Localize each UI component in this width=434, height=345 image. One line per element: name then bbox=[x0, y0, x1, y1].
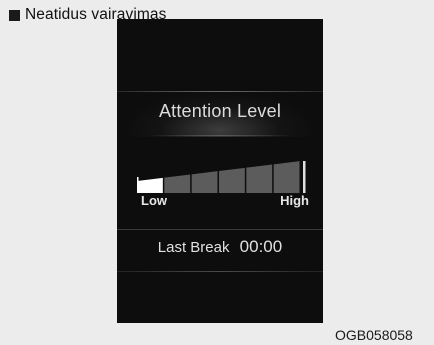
figure-caption: Neatidus vairavimas bbox=[9, 4, 166, 26]
low-label: Low bbox=[141, 193, 167, 208]
top-separator bbox=[117, 91, 323, 92]
middle-separator bbox=[117, 229, 323, 230]
cluster-display: Attention Level Low High Last Break 00:0… bbox=[117, 19, 323, 323]
last-break-time: 00:00 bbox=[239, 237, 283, 256]
level-segment-empty bbox=[191, 171, 218, 193]
high-label: High bbox=[280, 193, 309, 208]
level-marker bbox=[303, 161, 306, 193]
attention-title: Attention Level bbox=[158, 101, 282, 121]
caption-text: Neatidus vairavimas bbox=[25, 6, 167, 23]
level-segment-empty bbox=[164, 174, 191, 193]
last-break-row: Last Break 00:00 bbox=[117, 237, 323, 257]
last-break-label: Last Break bbox=[157, 239, 230, 256]
level-segment-empty bbox=[246, 164, 273, 193]
level-segment-filled bbox=[137, 177, 163, 193]
bottom-separator bbox=[117, 271, 323, 272]
level-segment-empty bbox=[219, 167, 245, 193]
level-segment-empty bbox=[273, 161, 300, 193]
level-start-tick bbox=[137, 177, 139, 181]
figure-code: OGB058058 bbox=[335, 327, 413, 343]
attention-level-bar bbox=[137, 161, 306, 193]
title-underline bbox=[147, 135, 293, 136]
bullet-square-icon bbox=[9, 9, 20, 21]
